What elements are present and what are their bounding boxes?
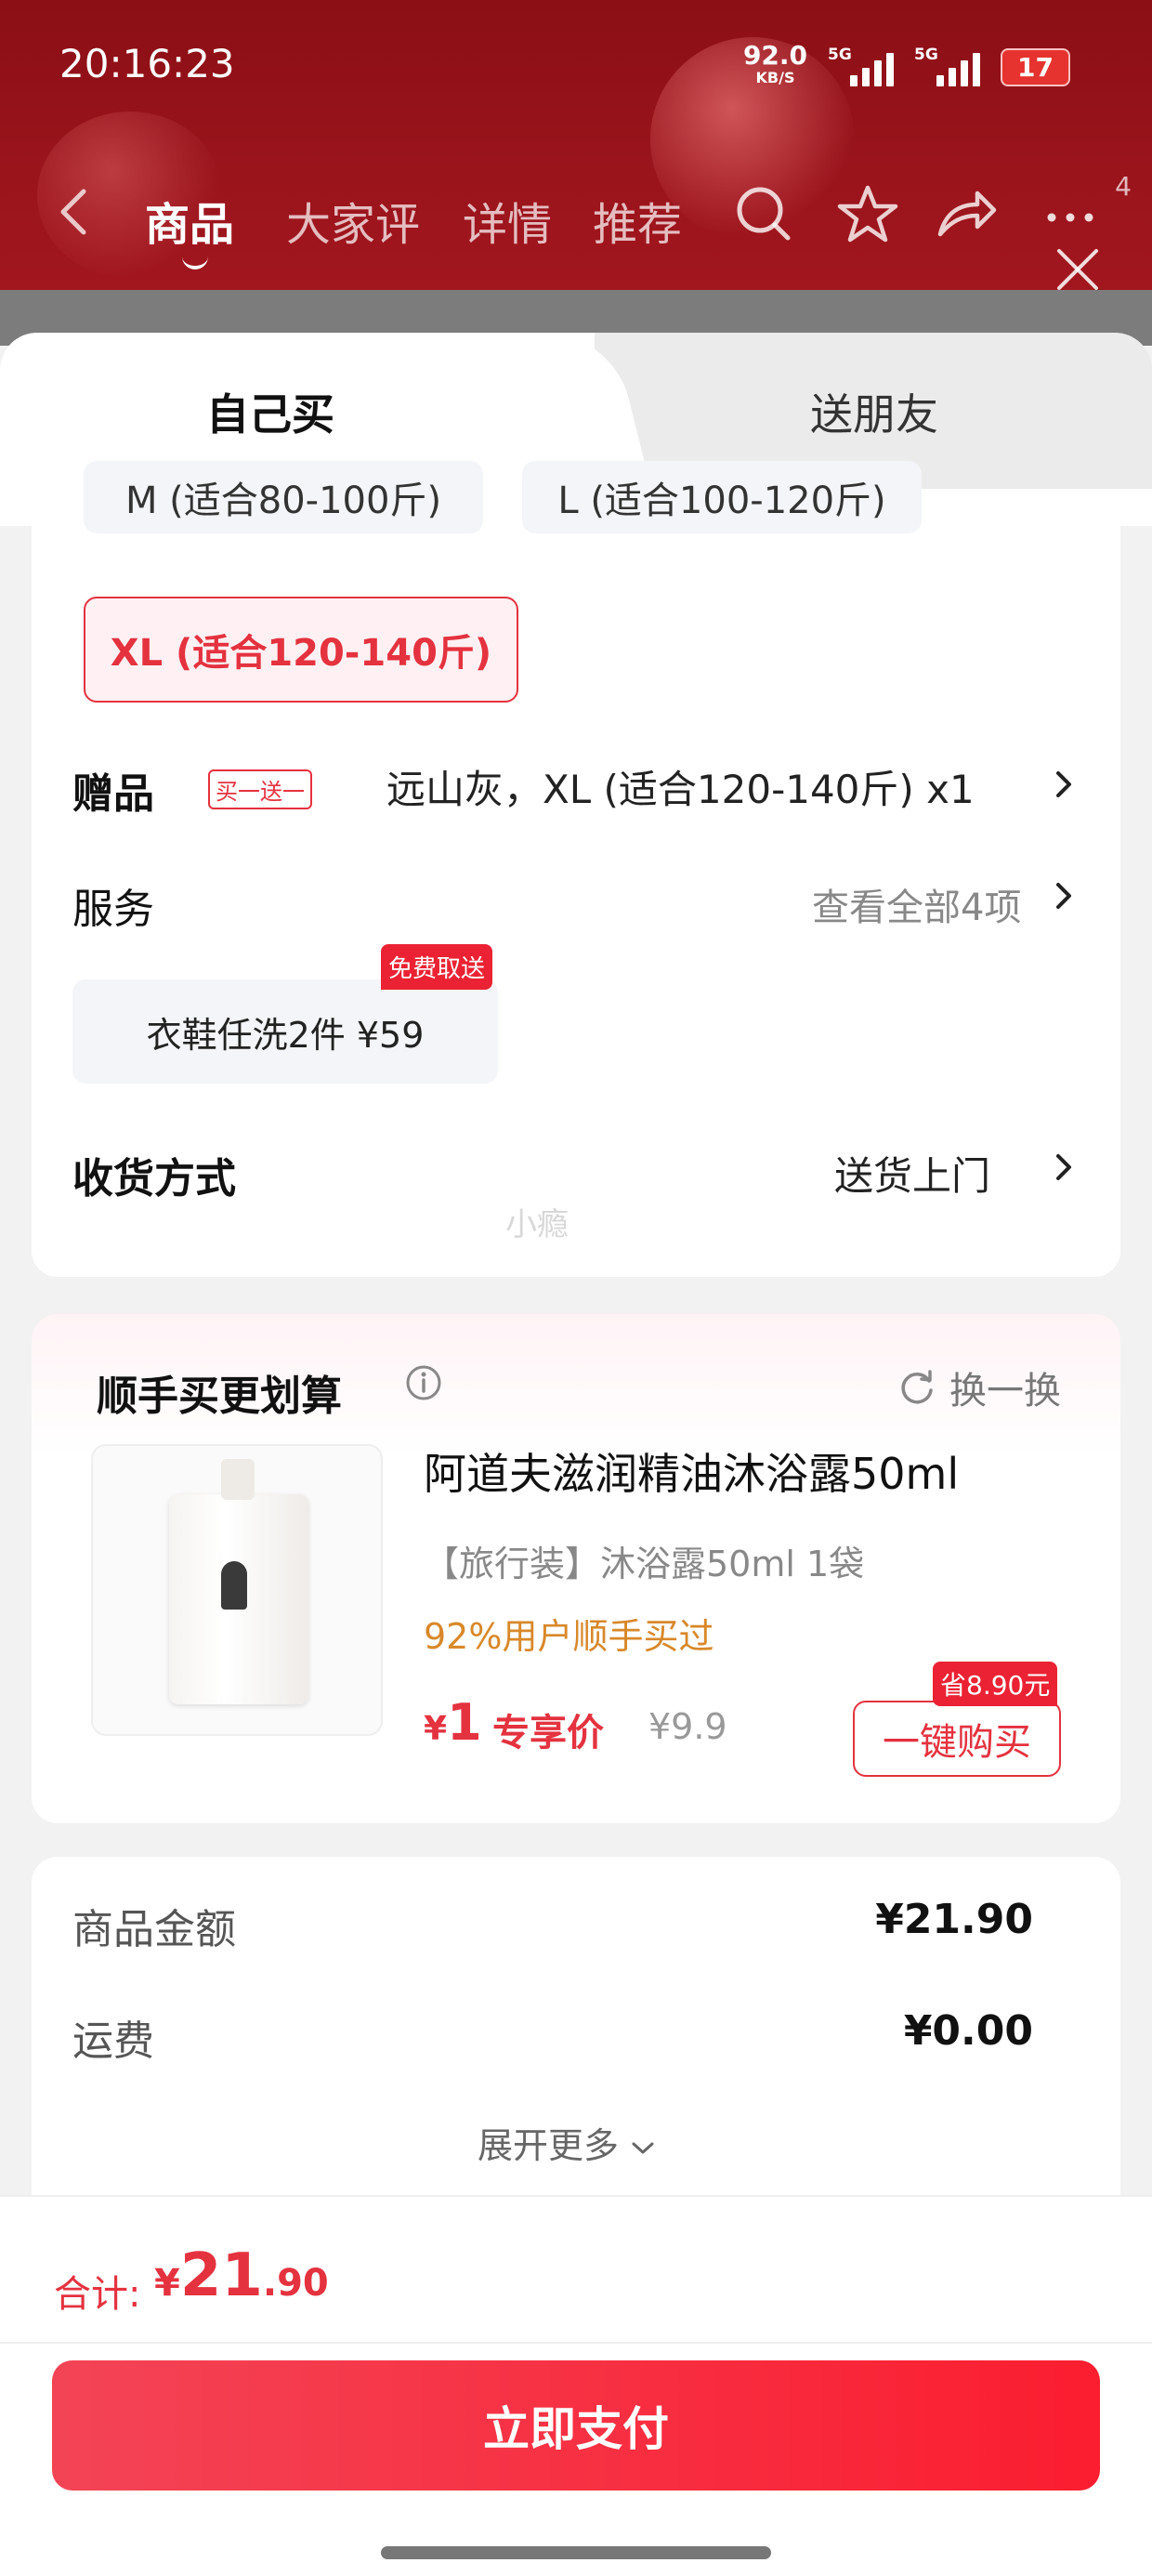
gift-value[interactable]: 远山灰，XL (适合120-140斤) x1 <box>386 758 975 815</box>
sim2-label: 5G <box>914 46 938 64</box>
search-icon[interactable] <box>730 180 797 247</box>
chevron-right-icon[interactable] <box>1054 768 1074 801</box>
expand-more-label: 展开更多 <box>478 2125 620 2166</box>
shipping-value: ¥0.00 <box>903 2007 1033 2055</box>
home-indicator[interactable] <box>381 2546 771 2559</box>
size-option-l[interactable]: L (适合100-120斤) <box>522 461 922 533</box>
total-label: 合计: <box>54 2273 141 2316</box>
gift-label: 赠品 <box>72 770 154 818</box>
product-price: ¥1 <box>424 1693 482 1752</box>
price-symbol: ¥ <box>424 1710 448 1748</box>
info-icon[interactable] <box>405 1364 442 1401</box>
goods-amount-label: 商品金额 <box>72 1906 236 1953</box>
exclusive-price-label: 专享价 <box>492 1712 604 1755</box>
signal-sim2-icon: 5G <box>914 46 981 86</box>
footer-divider <box>0 2342 1152 2344</box>
price-value: 1 <box>447 1693 482 1752</box>
checkout-footer: 合计: ¥21.90 立即支付 <box>0 2195 1152 2576</box>
pay-now-button[interactable]: 立即支付 <box>52 2360 1100 2491</box>
delivery-label: 收货方式 <box>72 1155 236 1203</box>
status-indicators: 92.0 KB/S 5G 5G 17 <box>743 43 1070 89</box>
size-option-xl-selected[interactable]: XL (适合120-140斤) <box>84 597 518 703</box>
chevron-right-icon[interactable] <box>1054 1150 1074 1184</box>
service-label: 服务 <box>72 886 154 933</box>
total-decimal: .90 <box>262 2262 329 2305</box>
status-bar: 20:16:23 92.0 KB/S 5G 5G 17 <box>0 0 1152 139</box>
tab-product[interactable]: 商品 <box>145 188 234 269</box>
product-image[interactable] <box>91 1444 383 1736</box>
product-pouch-figure <box>221 1561 247 1610</box>
signal-sim1-icon: 5G <box>828 46 895 86</box>
swap-label: 换一换 <box>949 1370 1061 1413</box>
product-spec: 【旅行装】沐浴露50ml 1袋 <box>424 1544 865 1584</box>
tab-recommend[interactable]: 推荐 <box>593 188 682 253</box>
share-icon[interactable] <box>933 180 1000 247</box>
swap-button[interactable]: 换一换 <box>897 1360 1061 1414</box>
chevron-down-icon <box>632 2142 654 2154</box>
bundle-offer-card: 顺手买更划算 换一换 阿道夫滋润精油沐浴露50ml 【旅行装】沐浴露50ml 1… <box>32 1314 1120 1823</box>
tab-buy-self-label: 自己买 <box>206 389 334 440</box>
back-arrow-icon[interactable] <box>48 184 104 240</box>
refresh-icon <box>901 1370 933 1404</box>
laundry-service-option[interactable]: 衣鞋任洗2件 ¥59 <box>72 979 498 1084</box>
watermark: 小瘾 <box>505 1206 569 1243</box>
tab-reviews[interactable]: 大家评 <box>286 188 420 253</box>
network-speed: 92.0 KB/S <box>743 43 807 89</box>
message-count-badge: 4 <box>1115 171 1132 202</box>
product-nav-bar: 商品 大家评 详情 推荐 <box>0 164 1152 269</box>
product-pouch-cap <box>221 1459 255 1500</box>
app-header: 20:16:23 92.0 KB/S 5G 5G 17 商品 大家评 详情 推荐 <box>0 0 1152 290</box>
more-icon[interactable] <box>1039 180 1106 247</box>
delivery-value[interactable]: 送货上门 <box>834 1145 990 1202</box>
tab-details[interactable]: 详情 <box>463 188 552 253</box>
product-name[interactable]: 阿道夫滋润精油沐浴露50ml <box>424 1440 959 1502</box>
chevron-right-icon[interactable] <box>1054 879 1074 913</box>
one-click-buy-button[interactable]: 一键购买 <box>853 1701 1061 1777</box>
options-card: M (适合80-100斤) L (适合100-120斤) XL (适合120-1… <box>32 461 1120 1277</box>
product-buyers-rate: 92%用户顺手买过 <box>424 1616 714 1657</box>
free-pickup-tag: 免费取送 <box>381 944 493 990</box>
close-icon[interactable] <box>1052 243 1104 296</box>
order-summary-card: 商品金额 ¥21.90 运费 ¥0.00 展开更多 <box>32 1857 1120 2228</box>
total-integer: 21 <box>179 2241 263 2310</box>
total-currency: ¥ <box>154 2262 180 2305</box>
bundle-title: 顺手买更划算 <box>97 1373 342 1420</box>
goods-amount-value: ¥21.90 <box>875 1896 1033 1943</box>
shipping-label: 运费 <box>72 2017 154 2065</box>
save-amount-tag: 省8.90元 <box>933 1662 1058 1706</box>
expand-more-button[interactable]: 展开更多 <box>478 2117 656 2168</box>
size-option-m[interactable]: M (适合80-100斤) <box>84 461 483 533</box>
tab-send-friend-label: 送朋友 <box>810 389 938 440</box>
status-time: 20:16:23 <box>59 41 235 86</box>
service-view-all[interactable]: 查看全部4项 <box>812 877 1021 931</box>
sim1-label: 5G <box>828 46 852 64</box>
total-amount: ¥21.90 <box>154 2241 329 2310</box>
favorite-star-icon[interactable] <box>834 180 901 247</box>
original-price: ¥9.9 <box>648 1706 727 1747</box>
battery-indicator: 17 <box>1001 47 1070 86</box>
gift-promo-tag: 买一送一 <box>208 769 312 809</box>
